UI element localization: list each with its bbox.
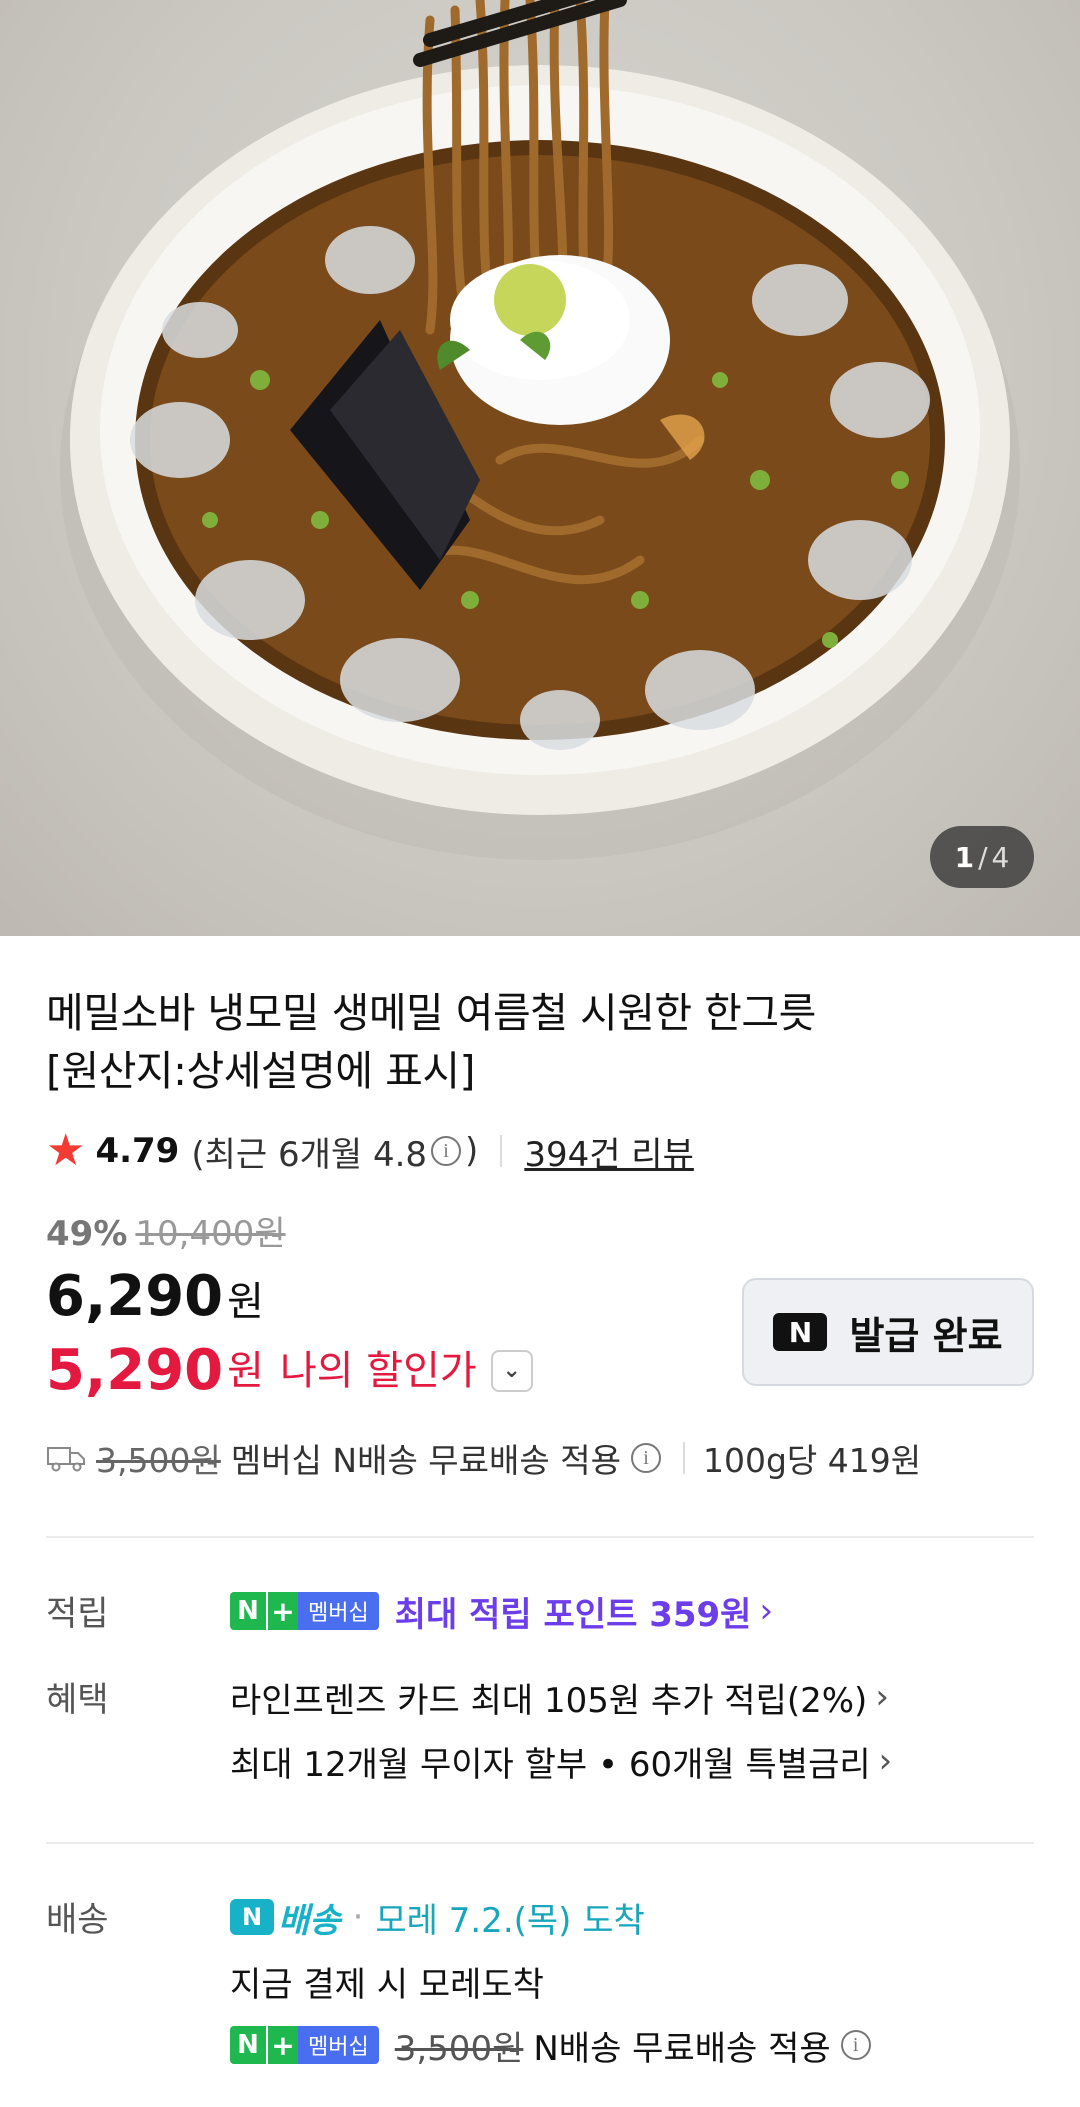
original-price: 10,400원: [135, 1214, 286, 1254]
points-link[interactable]: N + 멤버십 최대 적립 포인트 359원 ›: [230, 1586, 1034, 1636]
image-counter-separator: /: [978, 840, 988, 874]
membership-plus-icon: +: [266, 1592, 298, 1630]
chevron-right-icon: ›: [875, 1677, 889, 1717]
delivery-free-text: N배송 무료배송 적용: [533, 2028, 831, 2069]
product-title-line1: 메밀소바 냉모밀 생메밀 여름철 시원한 한그릇: [46, 989, 816, 1037]
delivery-label: 배송: [46, 1900, 109, 1940]
coupon-label: 발급 완료: [849, 1313, 1003, 1358]
truck-icon: [47, 1447, 85, 1472]
delivery-fee: 3,500원: [394, 2028, 524, 2069]
original-price-row: 49% 10,400원: [46, 1206, 1034, 1255]
membership-badge-text: 멤버십: [298, 2026, 379, 2064]
max-points-text: 최대 적립 포인트 359원: [394, 1594, 752, 1635]
discount-percent: 49%: [46, 1214, 128, 1254]
membership-n-icon: N: [230, 2026, 266, 2064]
my-price-value: 5,290: [46, 1338, 224, 1403]
recent-rating: (최근 6개월 4.8 i ): [191, 1127, 478, 1176]
review-count-link[interactable]: 394건 리뷰: [524, 1127, 694, 1176]
image-counter-current: 1: [954, 840, 975, 874]
product-info: 메밀소바 냉모밀 생메밀 여름철 시원한 한그릇 [원산지:상세설명에 표시] …: [0, 936, 1080, 2070]
delivery-note-text: 지금 결제 시 모레도착: [230, 1964, 544, 2005]
noodle-bowl-photo: [60, 0, 1020, 860]
installment-link[interactable]: 최대 12개월 무이자 할부 • 60개월 특별금리 ›: [230, 1736, 1034, 1786]
benefits-row: 혜택 라인프렌즈 카드 최대 105원 추가 적립(2%) › 최대 12개월 …: [46, 1672, 1034, 1786]
rating-row: ★ 4.79 (최근 6개월 4.8 i ) 394건 리뷰: [46, 1126, 1034, 1176]
star-icon: ★: [46, 1125, 86, 1176]
delivery-row: 배송 N 배송 · 모레 7.2.(목) 도착 지금 결제 시 모레도착 N +…: [46, 1892, 1034, 2070]
info-icon[interactable]: i: [431, 1136, 462, 1166]
product-title-line2: [원산지:상세설명에 표시]: [46, 1047, 476, 1095]
coupon-issued-button[interactable]: N 발급 완료: [742, 1278, 1034, 1386]
my-price-label: 나의 할인가: [279, 1348, 477, 1394]
price-block: 49% 10,400원 6,290 원 5,290 원 나의 할인가 ⌄ N 발급 완…: [46, 1206, 1034, 1404]
chevron-down-icon[interactable]: ⌄: [490, 1350, 533, 1392]
delivery-eta-text: 모레 7.2.(목) 도착: [375, 1900, 645, 1941]
sale-price-unit: 원: [227, 1279, 264, 1325]
card-benefit-link[interactable]: 라인프렌즈 카드 최대 105원 추가 적립(2%) ›: [230, 1672, 1034, 1722]
points-row: 적립 N + 멤버십 최대 적립 포인트 359원 ›: [46, 1586, 1034, 1636]
n-delivery-icon: N: [230, 1899, 274, 1935]
recent-rating-text: (최근 6개월 4.8: [191, 1134, 428, 1175]
n-delivery-service: 배송: [278, 1900, 341, 1941]
divider: [500, 1135, 503, 1167]
my-price-unit: 원: [227, 1348, 264, 1394]
recent-rating-close: ): [465, 1131, 479, 1171]
membership-badge: N + 멤버십: [230, 2026, 379, 2064]
rating-score: 4.79: [95, 1131, 180, 1171]
delivery-eta: N 배송 · 모레 7.2.(목) 도착: [230, 1892, 1034, 1942]
dot-separator: ·: [352, 1897, 364, 1937]
image-counter-total: 4: [991, 840, 1010, 874]
section-divider: [46, 1842, 1034, 1844]
unit-price: 100g당 419원: [702, 1441, 922, 1480]
membership-plus-icon: +: [266, 2026, 298, 2064]
membership-badge-text: 멤버십: [298, 1592, 379, 1630]
chevron-right-icon: ›: [878, 1741, 893, 1781]
info-icon[interactable]: i: [840, 2030, 871, 2060]
shipping-fee: 3,500원: [96, 1441, 221, 1480]
card-benefit-text: 라인프렌즈 카드 최대 105원 추가 적립(2%): [230, 1680, 868, 1721]
n-delivery-badge: N 배송: [230, 1893, 341, 1942]
points-label: 적립: [46, 1594, 109, 1634]
sale-price-value: 6,290: [46, 1264, 224, 1329]
chevron-right-icon: ›: [759, 1591, 774, 1631]
divider: [682, 1442, 685, 1474]
section-divider: [46, 1536, 1034, 1538]
delivery-note: 지금 결제 시 모레도착: [230, 1956, 1034, 2006]
info-icon[interactable]: i: [630, 1443, 661, 1473]
shipping-summary: 3,500원 멤버십 N배송 무료배송 적용 i 100g당 419원: [46, 1432, 1034, 1484]
naver-n-icon: N: [773, 1313, 828, 1351]
image-counter: 1 / 4: [930, 826, 1034, 888]
delivery-free-row: N + 멤버십 3,500원 N배송 무료배송 적용 i: [230, 2020, 1034, 2070]
membership-n-icon: N: [230, 1592, 266, 1630]
membership-badge: N + 멤버십: [230, 1592, 379, 1630]
product-title: 메밀소바 냉모밀 생메밀 여름철 시원한 한그릇 [원산지:상세설명에 표시]: [46, 936, 1034, 1100]
shipping-text: 멤버십 N배송 무료배송 적용: [230, 1441, 621, 1480]
product-image[interactable]: 1 / 4: [0, 0, 1080, 936]
benefits-label: 혜택: [46, 1680, 109, 1720]
installment-text: 최대 12개월 무이자 할부 • 60개월 특별금리: [230, 1744, 871, 1785]
